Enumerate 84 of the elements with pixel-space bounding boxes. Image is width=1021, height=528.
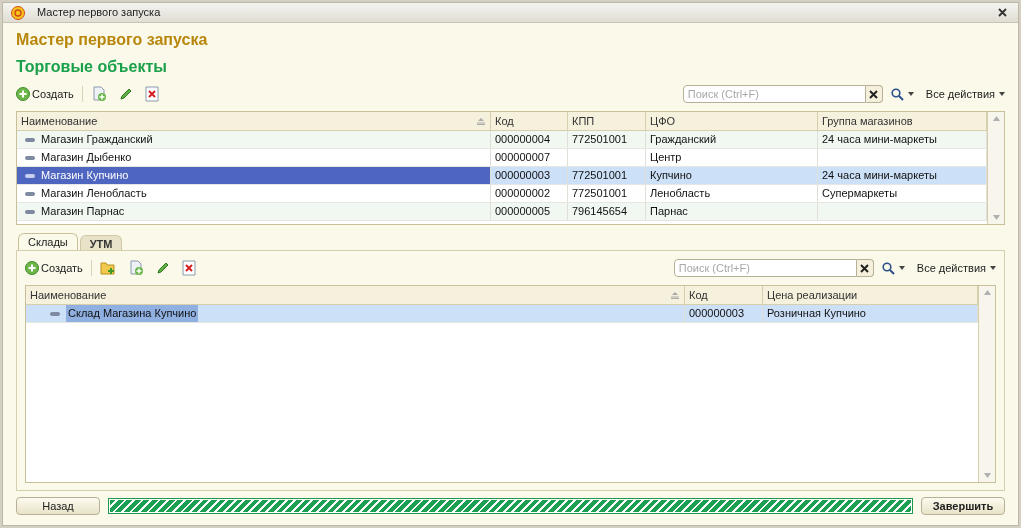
close-icon <box>869 89 879 99</box>
pencil-icon <box>118 87 133 101</box>
section-heading: Торговые объекты <box>16 57 168 77</box>
caret-icon <box>898 266 905 270</box>
delete-document-icon <box>144 86 159 102</box>
window-title: Мастер первого запуска <box>37 5 161 21</box>
caret-icon <box>999 92 1005 96</box>
table-cell-text: 796145654 <box>572 204 628 220</box>
search-icon <box>890 87 904 101</box>
column-header[interactable]: КПП <box>568 112 646 130</box>
pencil-icon <box>155 261 170 275</box>
table-cell-text: Супермаркеты <box>822 186 898 202</box>
table-cell-text: Магазин Гражданский <box>41 132 153 148</box>
table-cell-text: Розничная Купчино <box>767 306 866 322</box>
all-actions-menu[interactable]: Все действия <box>916 259 996 277</box>
table-cell-text: Ленобласть <box>650 186 711 202</box>
table-cell-text: 000000002 <box>495 186 551 202</box>
finish-button[interactable]: Завершить <box>921 497 1005 515</box>
table-cell-text: Магазин Купчино <box>41 168 129 184</box>
sort-icon <box>476 117 486 125</box>
tab[interactable]: Склады <box>18 233 78 250</box>
search-icon <box>881 261 895 275</box>
table-row[interactable]: Магазин Купчино 000000003 772501001 Купчино 24 часа мини-маркеты <box>17 167 987 185</box>
column-header[interactable]: ЦФО <box>646 112 818 130</box>
table-row[interactable]: Магазин Гражданский 000000004 772501001 Гражданский 24 часа мини-маркеты <box>17 131 987 149</box>
table-row[interactable]: Магазин Дыбенко 000000007 Центр <box>17 149 987 167</box>
table-cell-text: 772501001 <box>572 186 628 202</box>
column-header[interactable]: Наименование <box>17 112 491 130</box>
table-cell-text: Купчино <box>650 168 692 184</box>
all-actions-menu[interactable]: Все действия <box>925 85 1005 103</box>
edit-button[interactable] <box>118 87 133 101</box>
table-cell-text: 000000003 <box>689 306 745 322</box>
column-header[interactable]: Код <box>491 112 568 130</box>
sort-icon <box>670 291 680 299</box>
table-cell-text: 772501001 <box>572 168 628 184</box>
edit-button[interactable] <box>155 261 170 275</box>
item-icon <box>25 137 35 142</box>
search-button[interactable] <box>881 261 905 275</box>
table-cell-text: 772501001 <box>572 132 628 148</box>
caret-icon <box>990 266 996 270</box>
delete-document-icon <box>181 260 196 276</box>
app-logo-icon <box>11 5 25 20</box>
plus-circle-icon <box>16 87 30 101</box>
delete-button[interactable] <box>144 86 159 102</box>
folder-plus-icon <box>99 260 116 276</box>
table-row[interactable]: Склад Магазина Купчино 000000003 Розничная Купчино <box>26 305 978 323</box>
table-cell-text: Магазин Дыбенко <box>41 150 132 166</box>
column-header[interactable]: Код <box>685 286 763 304</box>
document-plus-icon <box>127 260 144 276</box>
item-icon <box>50 311 60 316</box>
table-row[interactable]: Магазин Парнас 000000005 796145654 Парнас <box>17 203 987 221</box>
table-cell-text: 24 часа мини-маркеты <box>822 168 937 184</box>
table-cell-text: 24 часа мини-маркеты <box>822 132 937 148</box>
close-icon <box>997 8 1007 17</box>
back-button[interactable]: Назад <box>16 497 100 515</box>
table-cell: Склад Магазина Купчино <box>66 305 199 322</box>
item-icon <box>25 155 35 160</box>
create-button[interactable]: Создать <box>25 259 87 277</box>
table-cell-text: 000000005 <box>495 204 551 220</box>
plus-circle-icon <box>25 261 39 275</box>
search-field[interactable]: Поиск (Ctrl+F) <box>682 85 866 103</box>
search-button[interactable] <box>890 87 914 101</box>
document-plus-icon <box>90 86 107 102</box>
create-button[interactable]: Создать <box>16 85 78 103</box>
table-cell-text: Парнас <box>650 204 688 220</box>
table-cell-text: 000000007 <box>495 150 551 166</box>
item-icon <box>25 209 35 214</box>
tab[interactable]: УТМ <box>79 235 123 250</box>
item-icon <box>25 173 35 178</box>
table-cell-text: Магазин Ленобласть <box>41 186 147 202</box>
table-cell-text: Магазин Парнас <box>41 204 125 220</box>
table-cell-text: Гражданский <box>650 132 717 148</box>
table-row[interactable]: Магазин Ленобласть 000000002 772501001 Ленобласть Супермаркеты <box>17 185 987 203</box>
add-group-button[interactable] <box>99 260 116 276</box>
table-cell-text: Центр <box>650 150 682 166</box>
search-field[interactable]: Поиск (Ctrl+F) <box>673 259 857 277</box>
item-icon <box>25 191 35 196</box>
delete-button[interactable] <box>181 260 196 276</box>
column-header[interactable]: Наименование <box>26 286 685 304</box>
close-icon <box>860 263 870 273</box>
caret-icon <box>907 92 914 96</box>
table-cell-text: 000000003 <box>495 168 551 184</box>
page-heading: Мастер первого запуска <box>16 30 209 50</box>
table-cell-text: 000000004 <box>495 132 551 148</box>
